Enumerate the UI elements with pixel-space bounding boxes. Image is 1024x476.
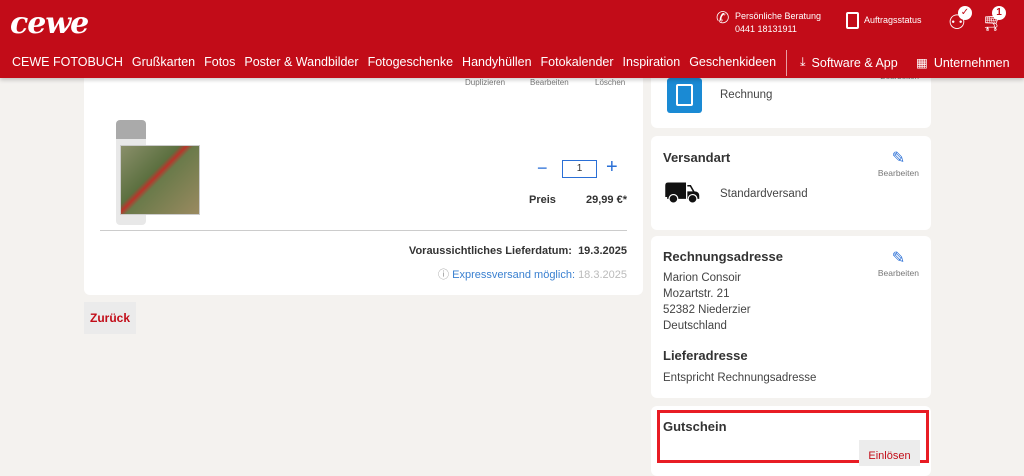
nav-item[interactable]: CEWE FOTOBUCH [12,55,123,69]
phone-number: 0441 18131911 [735,23,821,36]
edit-link[interactable]: Bearbeiten [530,78,569,87]
cart-count: 1 [992,6,1006,20]
site-header: cewe ✆ Persönliche Beratung0441 18131911… [0,0,1024,78]
nav-item[interactable]: Poster & Wandbilder [244,55,358,69]
payment-method: Rechnung [720,89,772,101]
product-image [116,120,202,225]
download-icon: ⤓ [800,55,806,70]
account-icon[interactable]: ⚇✓ [948,10,966,35]
edit-label: Bearbeiten [878,268,919,278]
express-date: 18.3.2025 [578,269,627,281]
info-icon: ⓘ [438,269,449,281]
price-label: Preis [529,194,556,206]
pencil-icon: ✎ [878,248,919,268]
invoice-icon [667,78,702,113]
order-status-link[interactable]: Auftragsstatus [846,12,922,29]
main-nav: CEWE FOTOBUCH Grußkarten Fotos Poster & … [12,55,776,69]
delivery-date-value: 19.3.2025 [578,245,627,257]
software-label: Software & App [812,56,898,70]
address-card: Rechnungsadresse ✎Bearbeiten Marion Cons… [651,236,931,398]
redeem-button[interactable]: Einlösen [859,440,920,466]
back-button[interactable]: Zurück [84,302,136,334]
building-icon: ▦ [916,55,928,70]
delivery-title: Lieferadresse [663,348,748,363]
nav-software[interactable]: ⤓ Software & App [800,55,898,70]
nav-company[interactable]: ▦ Unternehmen [916,55,1010,70]
duplicate-link[interactable]: Duplizieren [465,78,505,87]
nav-item[interactable]: Fotokalender [541,55,614,69]
phone-consulting[interactable]: ✆ Persönliche Beratung0441 18131911 [716,10,821,36]
cart-item-card: Duplizieren Bearbeiten Löschen − 1 + Pre… [84,60,643,295]
price-value: 29,99 €* [586,194,627,206]
nav-divider [786,50,787,76]
express-info: ⓘ Expressversand möglich: 18.3.2025 [438,266,627,282]
quantity-input[interactable]: 1 [562,160,597,178]
shipping-method: Standardversand [720,188,808,200]
increase-quantity-button[interactable]: + [606,156,618,179]
billing-city: 52382 Niederzier [663,304,751,316]
delivery-date: Voraussichtliches Lieferdatum: 19.3.2025 [409,245,627,257]
cewe-logo[interactable]: cewe [10,6,88,41]
billing-title: Rechnungsadresse [663,249,783,264]
nav-item[interactable]: Fotos [204,55,235,69]
nav-item[interactable]: Geschenkideen [689,55,776,69]
nav-item[interactable]: Inspiration [623,55,681,69]
delivery-text: Entspricht Rechnungsadresse [663,372,816,384]
nav-item[interactable]: Fotogeschenke [368,55,453,69]
decrease-quantity-button[interactable]: − [537,158,548,179]
shipping-edit-button[interactable]: ✎Bearbeiten [878,148,919,178]
billing-name: Marion Consoir [663,272,741,284]
express-link[interactable]: Expressversand möglich: [452,269,575,281]
voucher-title: Gutschein [663,419,727,434]
billing-edit-button[interactable]: ✎Bearbeiten [878,248,919,278]
company-label: Unternehmen [934,56,1010,70]
billing-country: Deutschland [663,320,727,332]
voucher-card: Gutschein Einlösen [651,406,931,476]
nav-item[interactable]: Handyhüllen [462,55,532,69]
cart-icon[interactable]: 🛒︎1 [982,12,1005,33]
billing-street: Mozartstr. 21 [663,288,729,300]
shipping-title: Versandart [663,150,730,165]
truck-icon: ⛟ [663,176,701,214]
order-status-label: Auftragsstatus [864,14,922,27]
divider [100,230,627,231]
nav-item[interactable]: Grußkarten [132,55,195,69]
edit-label: Bearbeiten [878,168,919,178]
phone-icon: ✆ [716,12,729,25]
order-search-icon [846,12,859,29]
check-badge-icon: ✓ [958,6,972,20]
delivery-label: Voraussichtliches Lieferdatum: [409,245,572,257]
phone-label: Persönliche Beratung [735,10,821,23]
delete-link[interactable]: Löschen [595,78,625,87]
shipping-card: Versandart ✎Bearbeiten ⛟ Standardversand [651,136,931,230]
pencil-icon: ✎ [878,148,919,168]
